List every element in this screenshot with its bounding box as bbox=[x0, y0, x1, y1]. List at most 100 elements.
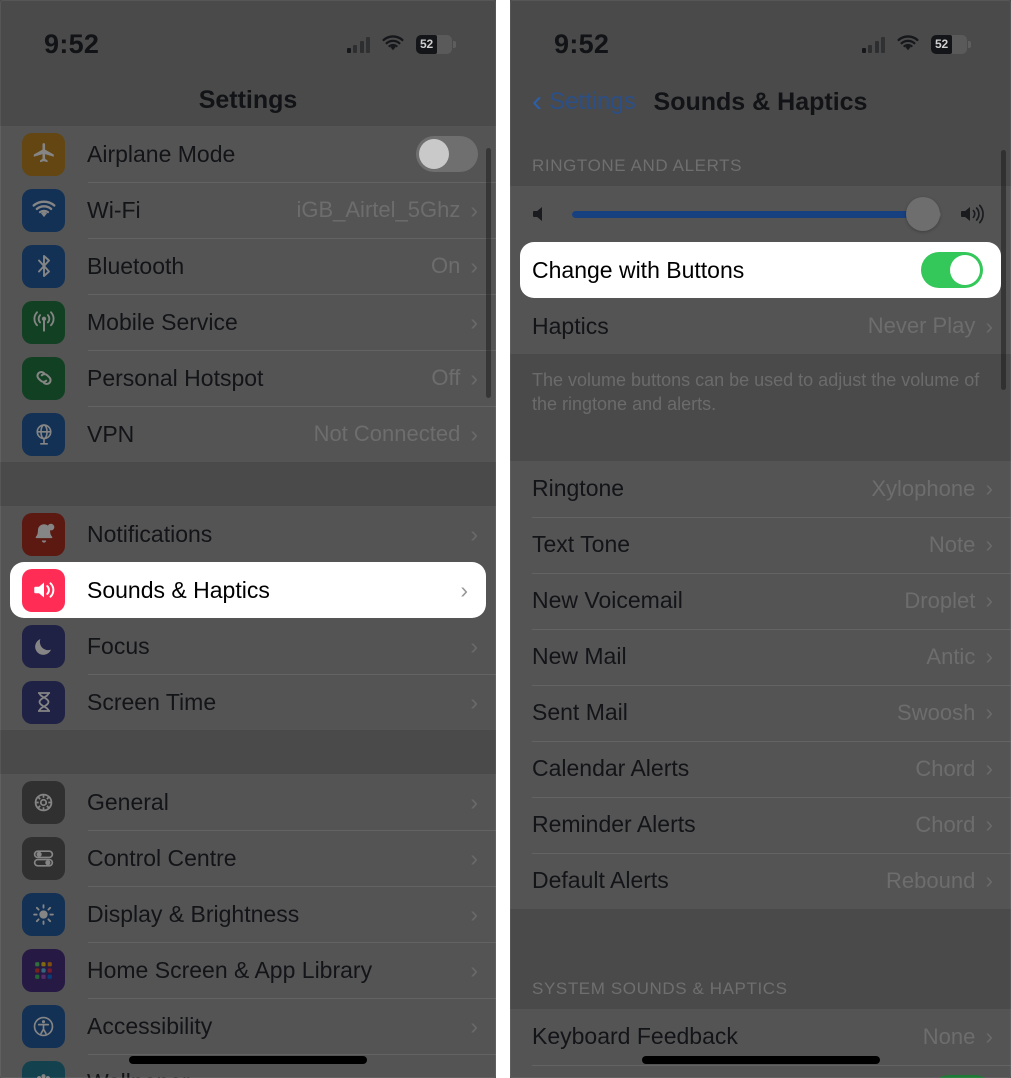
status-bar-icons: 52 bbox=[346, 34, 456, 54]
slider-knob[interactable] bbox=[905, 197, 940, 231]
ringer-volume-slider[interactable] bbox=[572, 197, 941, 231]
sidebar-item-label: General bbox=[87, 788, 169, 815]
group-separator bbox=[0, 730, 496, 774]
dual-phone-screenshot: 9:52 52 Settings Airplane Mode Wi-Fi iGB… bbox=[0, 0, 1011, 1078]
sidebar-item-label: Wi-Fi bbox=[87, 196, 141, 223]
row-new-voicemail[interactable]: New Voicemail Droplet › bbox=[510, 572, 1011, 629]
sidebar-item-screen-time[interactable]: Screen Time › bbox=[0, 674, 496, 730]
row-default-alerts[interactable]: Default Alerts Rebound › bbox=[510, 852, 1011, 909]
section-footer-ringtone-alerts: The volume buttons can be used to adjust… bbox=[532, 370, 980, 415]
group-separator bbox=[510, 909, 1011, 953]
row-label: Sent Mail bbox=[532, 699, 628, 726]
hotspot-icon bbox=[22, 356, 65, 400]
row-label: Reminder Alerts bbox=[532, 811, 696, 838]
row-change-with-buttons[interactable]: Change with Buttons bbox=[520, 242, 1001, 298]
row-haptics[interactable]: Haptics Never Play › bbox=[510, 298, 1011, 354]
row-value: None bbox=[922, 1023, 976, 1049]
lock-sound-toggle[interactable] bbox=[931, 1074, 993, 1078]
wifi-icon bbox=[22, 188, 65, 232]
chevron-right-icon: › bbox=[985, 755, 993, 782]
sidebar-item-home-screen[interactable]: Home Screen & App Library › bbox=[0, 942, 496, 998]
row-label: Default Alerts bbox=[532, 867, 669, 894]
chevron-right-icon: › bbox=[470, 688, 478, 715]
general-gear-icon bbox=[22, 780, 65, 824]
row-value: Droplet bbox=[904, 587, 976, 613]
chevron-right-icon: › bbox=[470, 520, 478, 547]
chevron-right-icon: › bbox=[470, 364, 478, 391]
sidebar-item-control-centre[interactable]: Control Centre › bbox=[0, 830, 496, 886]
chevron-right-icon: › bbox=[985, 811, 993, 838]
chevron-right-icon: › bbox=[470, 844, 478, 871]
scrollbar[interactable] bbox=[1001, 150, 1006, 390]
sidebar-item-general[interactable]: General › bbox=[0, 774, 496, 830]
row-calendar-alerts[interactable]: Calendar Alerts Chord › bbox=[510, 740, 1011, 797]
sidebar-item-value: Off bbox=[431, 365, 461, 390]
chevron-right-icon: › bbox=[470, 788, 478, 815]
settings-scroll-area[interactable]: Airplane Mode Wi-Fi iGB_Airtel_5Ghz › Bl… bbox=[0, 126, 496, 1078]
page-title: Settings bbox=[198, 85, 298, 114]
sidebar-item-label: Wallpaper bbox=[87, 1069, 470, 1078]
sidebar-item-focus[interactable]: Focus › bbox=[0, 618, 496, 674]
sidebar-item-sounds-haptics[interactable]: Sounds & Haptics › bbox=[10, 562, 486, 618]
sidebar-item-personal-hotspot[interactable]: Personal Hotspot Off › bbox=[0, 350, 496, 406]
sidebar-item-notifications[interactable]: Notifications › bbox=[0, 506, 496, 562]
chevron-right-icon: › bbox=[470, 252, 478, 279]
row-label: New Voicemail bbox=[532, 587, 683, 614]
navigation-bar: ‹ Settings Sounds & Haptics bbox=[510, 74, 1011, 130]
sidebar-item-bluetooth[interactable]: Bluetooth On › bbox=[0, 238, 496, 294]
screen-time-hourglass-icon bbox=[22, 680, 65, 724]
display-brightness-icon bbox=[22, 892, 65, 936]
sidebar-item-vpn[interactable]: VPN Not Connected › bbox=[0, 406, 496, 462]
row-value: Chord bbox=[915, 755, 976, 781]
ringer-volume-slider-row[interactable] bbox=[510, 186, 1011, 242]
home-screen-grid-icon bbox=[22, 948, 65, 992]
focus-moon-icon bbox=[22, 624, 65, 668]
sounds-haptics-speaker-icon bbox=[22, 568, 65, 612]
chevron-right-icon: › bbox=[470, 1012, 478, 1039]
group-separator bbox=[510, 417, 1011, 461]
row-sent-mail[interactable]: Sent Mail Swoosh › bbox=[510, 684, 1011, 741]
row-label: New Mail bbox=[532, 643, 627, 670]
airplane-icon bbox=[22, 132, 65, 176]
sound-picker-group: Ringtone Xylophone › Text Tone Note › Ne… bbox=[510, 460, 1011, 909]
sidebar-item-label: Focus bbox=[87, 632, 150, 659]
sidebar-item-label: Control Centre bbox=[87, 844, 237, 871]
chevron-right-icon: › bbox=[470, 900, 478, 927]
sidebar-item-label: Home Screen & App Library bbox=[87, 956, 373, 983]
home-indicator bbox=[129, 1056, 367, 1064]
row-label: Haptics bbox=[532, 312, 609, 339]
sounds-scroll-area[interactable]: RINGTONE AND ALERTS Change with Buttons bbox=[510, 130, 1011, 1078]
control-centre-icon bbox=[22, 836, 65, 880]
back-button[interactable]: ‹ Settings bbox=[532, 87, 636, 117]
accessibility-icon bbox=[22, 1004, 65, 1048]
change-with-buttons-toggle[interactable] bbox=[921, 252, 983, 288]
sidebar-item-label: Bluetooth bbox=[87, 252, 185, 279]
sidebar-item-value: On bbox=[430, 253, 461, 278]
status-bar-time: 9:52 bbox=[44, 28, 100, 59]
sidebar-item-accessibility[interactable]: Accessibility › bbox=[0, 998, 496, 1054]
airplane-mode-toggle[interactable] bbox=[416, 136, 478, 172]
sidebar-item-label: Mobile Service bbox=[87, 308, 238, 335]
row-value: Antic bbox=[926, 643, 976, 669]
sidebar-item-wifi[interactable]: Wi-Fi iGB_Airtel_5Ghz › bbox=[0, 182, 496, 238]
sidebar-item-label: Screen Time bbox=[87, 688, 217, 715]
row-text-tone[interactable]: Text Tone Note › bbox=[510, 516, 1011, 573]
row-value: Note bbox=[928, 531, 976, 557]
settings-group-connectivity: Airplane Mode Wi-Fi iGB_Airtel_5Ghz › Bl… bbox=[0, 126, 496, 462]
row-label: Text Tone bbox=[532, 531, 631, 558]
row-ringtone[interactable]: Ringtone Xylophone › bbox=[510, 461, 1011, 517]
row-reminder-alerts[interactable]: Reminder Alerts Chord › bbox=[510, 796, 1011, 853]
row-label: Calendar Alerts bbox=[532, 755, 690, 782]
chevron-right-icon: › bbox=[460, 576, 468, 603]
row-lock-sound[interactable]: Lock Sound bbox=[510, 1064, 1011, 1078]
sidebar-item-mobile-service[interactable]: Mobile Service › bbox=[0, 294, 496, 350]
sidebar-item-airplane-mode[interactable]: Airplane Mode bbox=[0, 126, 496, 182]
chevron-right-icon: › bbox=[985, 475, 993, 502]
sidebar-item-display-brightness[interactable]: Display & Brightness › bbox=[0, 886, 496, 942]
section-header-ringtone-alerts: RINGTONE AND ALERTS bbox=[532, 156, 743, 175]
row-new-mail[interactable]: New Mail Antic › bbox=[510, 628, 1011, 685]
status-bar-icons: 52 bbox=[861, 34, 971, 54]
chevron-right-icon: › bbox=[470, 1070, 478, 1078]
sidebar-item-label: Accessibility bbox=[87, 1012, 213, 1039]
scrollbar[interactable] bbox=[486, 148, 491, 398]
